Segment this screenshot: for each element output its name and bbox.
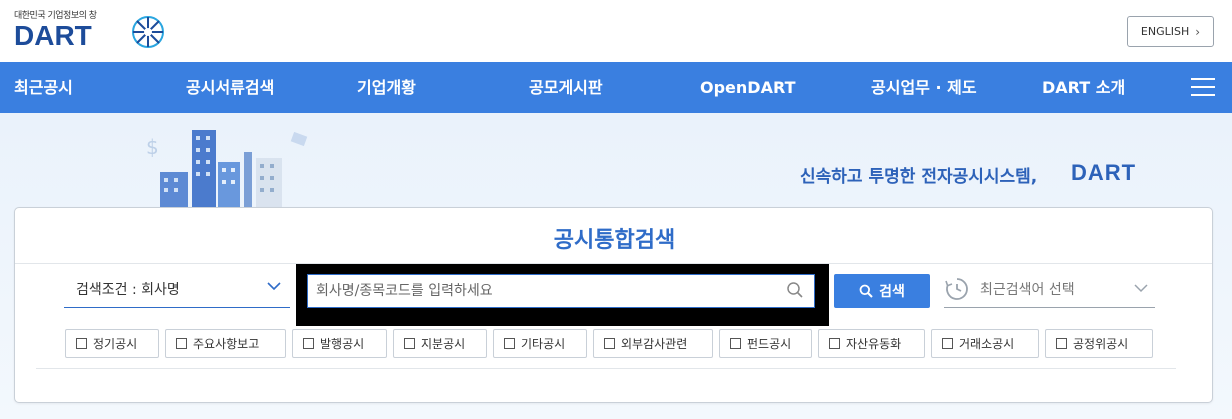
hamburger-icon[interactable] <box>1191 78 1215 96</box>
checkbox[interactable] <box>730 338 741 349</box>
checkbox[interactable] <box>504 338 515 349</box>
category-checkbox-equity[interactable]: 지분공시 <box>393 329 487 358</box>
checkbox[interactable] <box>604 338 615 349</box>
divider <box>36 368 1176 369</box>
nav-item-disclosure-system[interactable]: 공시업무 · 제도 <box>871 62 977 113</box>
checkbox-label: 지분공시 <box>421 337 466 351</box>
chevron-down-icon <box>1134 284 1148 293</box>
english-label: ENGLISH <box>1140 25 1190 38</box>
top-header: 대한민국 기업정보의 창 DART ENGLISH › <box>0 0 1232 62</box>
checkbox-label: 자산유동화 <box>846 337 902 351</box>
search-icon <box>859 284 873 298</box>
hero-slogan-brand: DART <box>1071 160 1137 185</box>
nav-item-offering-board[interactable]: 공모게시판 <box>529 62 603 113</box>
checkbox[interactable] <box>76 338 87 349</box>
checkbox-label: 거래소공시 <box>959 337 1015 351</box>
checkbox[interactable] <box>176 338 187 349</box>
category-checkbox-regular[interactable]: 정기공시 <box>65 329 159 358</box>
category-checkbox-external-audit[interactable]: 외부감사관련 <box>593 329 713 358</box>
nav-item-opendart[interactable]: OpenDART <box>700 62 795 113</box>
checkbox-label: 기타공시 <box>521 337 566 351</box>
hero-slogan: 신속하고 투명한 전자공시시스템, <box>800 167 1038 187</box>
logo-wordmark: DART <box>14 20 92 51</box>
dart-logo[interactable]: 대한민국 기업정보의 창 DART <box>14 8 164 51</box>
chevron-down-icon <box>267 282 281 291</box>
nav-item-company-overview[interactable]: 기업개황 <box>357 62 416 113</box>
logo-burst-icon <box>132 16 164 48</box>
checkbox[interactable] <box>1056 338 1067 349</box>
svg-text:$: $ <box>146 135 159 159</box>
category-checkbox-other[interactable]: 기타공시 <box>493 329 587 358</box>
checkbox[interactable] <box>829 338 840 349</box>
company-search-input[interactable] <box>307 274 815 308</box>
category-checkbox-ftc[interactable]: 공정위공시 <box>1045 329 1153 358</box>
english-button[interactable]: ENGLISH › <box>1127 16 1214 47</box>
search-icon[interactable] <box>786 281 804 299</box>
nav-item-about-dart[interactable]: DART 소개 <box>1042 62 1125 113</box>
city-buildings-illustration: $ <box>146 130 308 208</box>
search-panel-title: 공시통합검색 <box>553 228 676 253</box>
checkbox[interactable] <box>942 338 953 349</box>
nav-item-document-search[interactable]: 공시서류검색 <box>186 62 274 113</box>
category-checkbox-fund[interactable]: 펀드공시 <box>719 329 812 358</box>
checkbox[interactable] <box>404 338 415 349</box>
checkbox-label: 펀드공시 <box>747 337 792 351</box>
recent-searches-select[interactable]: 최근검색어 선택 <box>944 270 1155 308</box>
category-checkbox-issuance[interactable]: 발행공시 <box>292 329 387 358</box>
checkbox-label: 주요사항보고 <box>193 337 260 351</box>
search-button[interactable]: 검색 <box>834 274 930 308</box>
category-checkbox-exchange[interactable]: 거래소공시 <box>931 329 1039 358</box>
main-nav: 최근공시 공시서류검색 기업개황 공모게시판 OpenDART 공시업무 · 제… <box>0 62 1232 113</box>
search-button-label: 검색 <box>879 284 905 300</box>
search-condition-label: 검색조건 : 회사명 <box>76 282 180 298</box>
chevron-right-icon: › <box>1195 24 1201 39</box>
history-clock-icon <box>945 278 968 300</box>
checkbox-label: 발행공시 <box>320 337 365 351</box>
category-checkbox-securitization[interactable]: 자산유동화 <box>818 329 925 358</box>
checkbox-label: 외부감사관련 <box>621 337 688 351</box>
search-condition-select[interactable]: 검색조건 : 회사명 <box>64 270 290 308</box>
checkbox-label: 공정위공시 <box>1073 337 1129 351</box>
category-checkbox-major-report[interactable]: 주요사항보고 <box>165 329 286 358</box>
checkbox[interactable] <box>303 338 314 349</box>
recent-searches-label: 최근검색어 선택 <box>980 282 1075 298</box>
nav-item-recent-disclosures[interactable]: 최근공시 <box>14 62 73 113</box>
checkbox-label: 정기공시 <box>93 337 138 351</box>
